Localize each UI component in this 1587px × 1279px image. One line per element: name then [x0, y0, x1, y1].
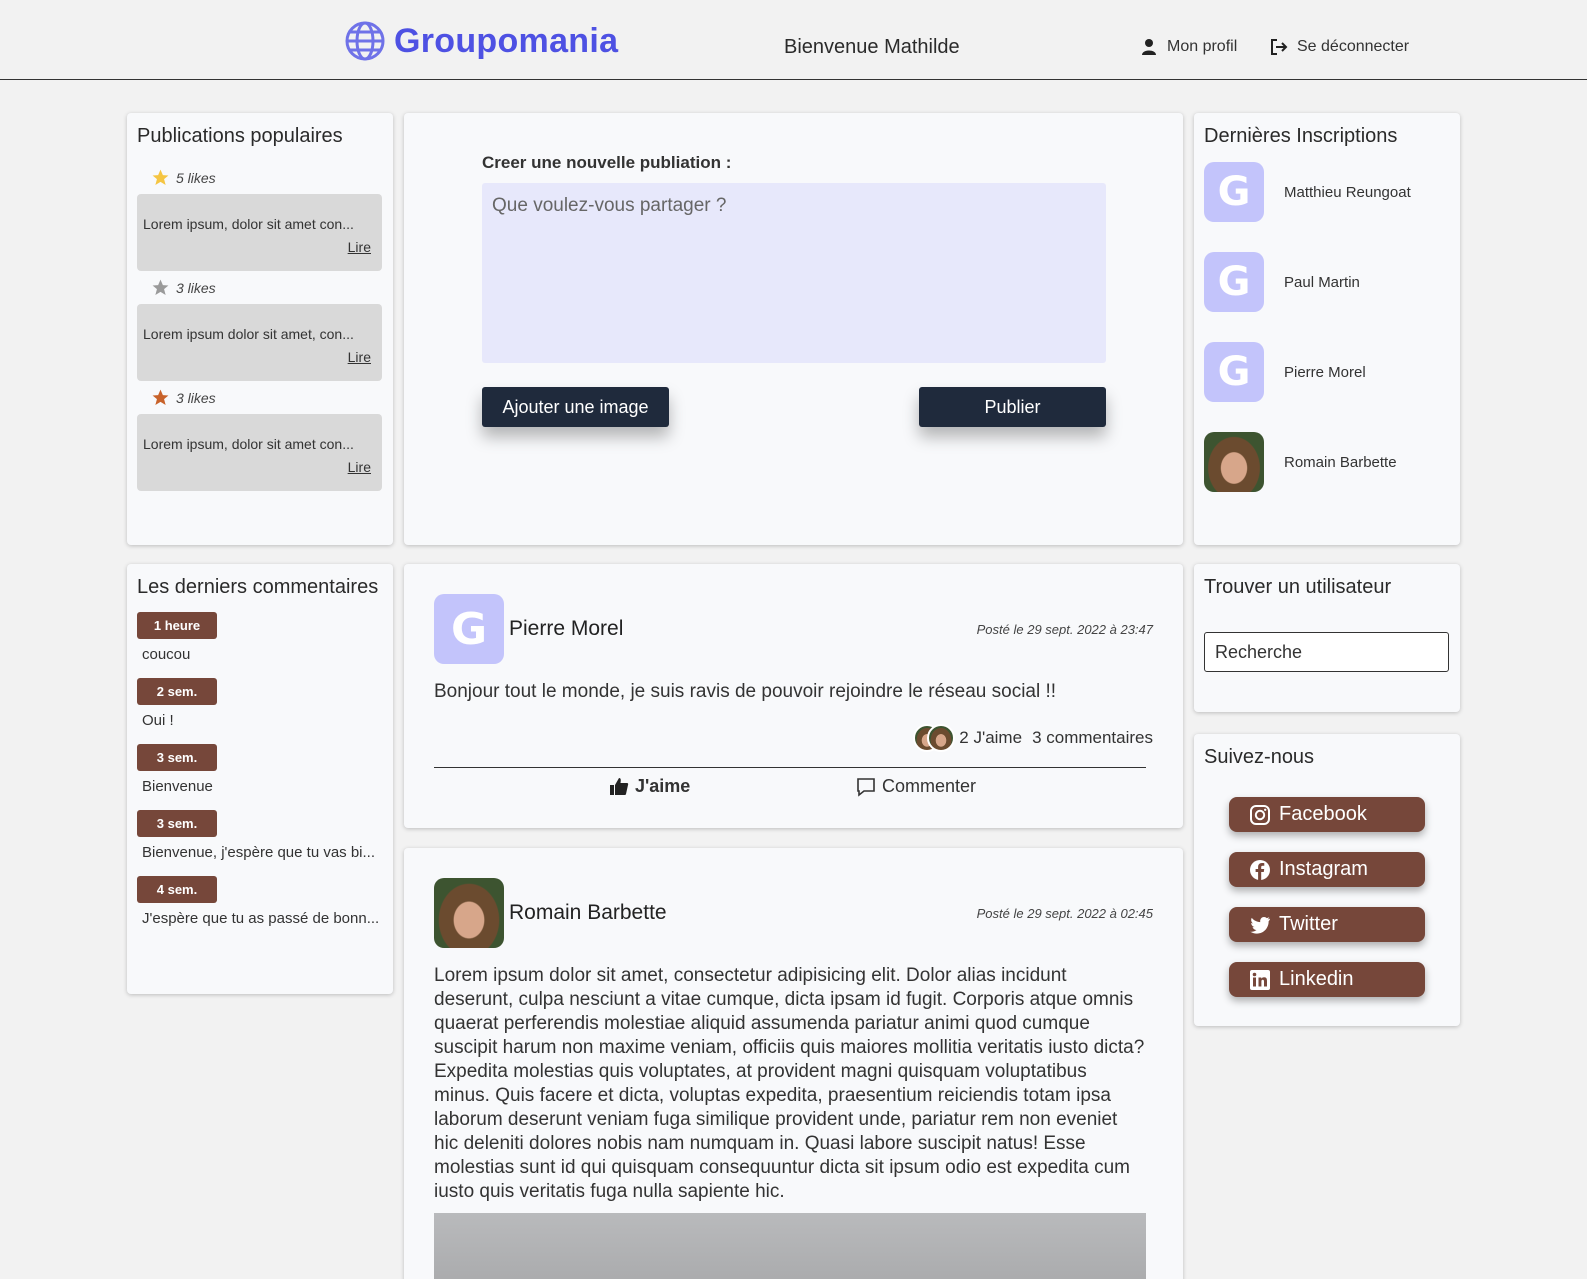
- new-post-card: Creer une nouvelle publiation : Ajouter …: [404, 113, 1183, 545]
- user-icon: [1142, 39, 1156, 55]
- twitter-link[interactable]: Twitter: [1229, 907, 1425, 942]
- popular-post-excerpt: Lorem ipsum dolor sit amet, con...: [143, 326, 354, 342]
- post-body: Bonjour tout le monde, je suis ravis de …: [434, 681, 1057, 702]
- comment-text[interactable]: Oui !: [142, 712, 174, 729]
- facebook-icon: [1250, 859, 1270, 880]
- user-search-input[interactable]: [1204, 632, 1449, 672]
- comment-time-badge: 1 heure: [137, 612, 217, 639]
- post-author[interactable]: Pierre Morel: [509, 617, 623, 641]
- signup-user[interactable]: G Pierre Morel: [1204, 342, 1366, 402]
- instagram-icon: [1250, 804, 1270, 825]
- popular-likes: 5 likes: [151, 168, 216, 187]
- header: Groupomania Bienvenue Mathilde Mon profi…: [0, 0, 1587, 80]
- author-avatar[interactable]: G: [434, 594, 504, 664]
- popular-post-item: Lorem ipsum dolor sit amet, con... Lire: [137, 304, 382, 381]
- add-image-button[interactable]: Ajouter une image: [482, 387, 669, 427]
- profile-link[interactable]: Mon profil: [1140, 38, 1237, 56]
- comment-text[interactable]: coucou: [142, 646, 190, 663]
- post-image[interactable]: [434, 1213, 1146, 1279]
- comment-button[interactable]: Commenter: [856, 776, 976, 797]
- logo-text: Groupomania: [394, 21, 619, 60]
- post-date: Posté le 29 sept. 2022 à 23:47: [976, 622, 1153, 637]
- linkedin-link[interactable]: Linkedin: [1229, 962, 1425, 997]
- post-header: Romain Barbette: [434, 878, 667, 948]
- comment-text[interactable]: Bienvenue: [142, 778, 213, 795]
- comment-time-badge: 3 sem.: [137, 744, 217, 771]
- latest-comments-card: Les derniers commentaires 1 heure coucou…: [127, 564, 393, 994]
- welcome-text: Bienvenue Mathilde: [784, 36, 960, 58]
- popular-post-item: Lorem ipsum, dolor sit amet con... Lire: [137, 194, 382, 271]
- comment-text[interactable]: J'espère que tu as passé de bonn...: [142, 910, 379, 927]
- logout-icon: [1271, 39, 1288, 55]
- popular-posts-title: Publications populaires: [137, 125, 343, 147]
- facebook-link[interactable]: Facebook: [1229, 797, 1425, 832]
- logout-link-label: Se déconnecter: [1297, 38, 1410, 55]
- popular-likes: 3 likes: [151, 278, 216, 297]
- author-avatar[interactable]: [434, 878, 504, 948]
- new-post-textarea[interactable]: [482, 183, 1106, 363]
- avatar-photo: [1204, 432, 1264, 492]
- read-link[interactable]: Lire: [348, 349, 371, 365]
- signup-user[interactable]: G Paul Martin: [1204, 252, 1360, 312]
- star-icon: [152, 279, 169, 296]
- comment-time-badge: 4 sem.: [137, 876, 217, 903]
- find-user-card: Trouver un utilisateur: [1194, 564, 1460, 712]
- publish-button[interactable]: Publier: [919, 387, 1106, 427]
- user-name: Paul Martin: [1284, 273, 1360, 291]
- follow-us-card: Suivez-nous Facebook Instagram Twitter L…: [1194, 734, 1460, 1026]
- post-card: G Pierre Morel Posté le 29 sept. 2022 à …: [404, 564, 1183, 828]
- comments-count[interactable]: 3 commentaires: [1032, 728, 1153, 748]
- signup-user[interactable]: Romain Barbette: [1204, 432, 1397, 492]
- logout-link[interactable]: Se déconnecter: [1270, 38, 1409, 56]
- comment-time-badge: 3 sem.: [137, 810, 217, 837]
- latest-signups-title: Dernières Inscriptions: [1204, 125, 1398, 147]
- star-icon: [152, 389, 169, 406]
- signup-user[interactable]: G Matthieu Reungoat: [1204, 162, 1411, 222]
- comment-text[interactable]: Bienvenue, j'espère que tu vas bi...: [142, 844, 375, 861]
- user-name: Matthieu Reungoat: [1284, 183, 1411, 201]
- post-card: Romain Barbette Posté le 29 sept. 2022 à…: [404, 848, 1183, 1279]
- read-link[interactable]: Lire: [348, 239, 371, 255]
- latest-comments-title: Les derniers commentaires: [137, 576, 379, 598]
- new-post-label: Creer une nouvelle publiation :: [482, 153, 732, 172]
- popular-post-item: Lorem ipsum, dolor sit amet con... Lire: [137, 414, 382, 491]
- follow-us-title: Suivez-nous: [1204, 746, 1315, 768]
- comment-time-badge: 2 sem.: [137, 678, 217, 705]
- post-header: G Pierre Morel: [434, 594, 623, 664]
- latest-signups-card: Dernières Inscriptions G Matthieu Reungo…: [1194, 113, 1460, 545]
- popular-posts-card: Publications populaires 5 likes Lorem ip…: [127, 113, 393, 545]
- instagram-link[interactable]: Instagram: [1229, 852, 1425, 887]
- avatar: G: [1204, 162, 1264, 222]
- find-user-title: Trouver un utilisateur: [1204, 576, 1392, 598]
- post-body: Lorem ipsum dolor sit amet, consectetur …: [434, 965, 1145, 1202]
- popular-likes: 3 likes: [151, 388, 216, 407]
- post-stats: 2 J'aime 3 commentaires: [913, 724, 1153, 752]
- post-author[interactable]: Romain Barbette: [509, 901, 667, 925]
- globe-icon: [345, 21, 385, 61]
- liker-avatar: [927, 724, 956, 752]
- linkedin-icon: [1250, 969, 1270, 990]
- like-button-label: J'aime: [635, 776, 691, 796]
- comment-icon: [857, 777, 875, 797]
- post-date: Posté le 29 sept. 2022 à 02:45: [976, 906, 1153, 921]
- popular-post-excerpt: Lorem ipsum, dolor sit amet con...: [143, 436, 354, 452]
- twitter-icon: [1250, 916, 1271, 934]
- user-name: Pierre Morel: [1284, 363, 1366, 381]
- avatar: G: [1204, 252, 1264, 312]
- like-button[interactable]: J'aime: [609, 776, 690, 797]
- logo[interactable]: Groupomania: [344, 20, 618, 62]
- avatar: G: [1204, 342, 1264, 402]
- likes-count[interactable]: 2 J'aime: [959, 728, 1022, 748]
- comment-button-label: Commenter: [882, 776, 977, 796]
- profile-link-label: Mon profil: [1167, 38, 1238, 55]
- star-icon: [152, 169, 169, 186]
- thumbs-up-icon: [610, 777, 629, 795]
- divider: [434, 767, 1146, 768]
- read-link[interactable]: Lire: [348, 459, 371, 475]
- popular-post-excerpt: Lorem ipsum, dolor sit amet con...: [143, 216, 354, 232]
- user-name: Romain Barbette: [1284, 453, 1397, 471]
